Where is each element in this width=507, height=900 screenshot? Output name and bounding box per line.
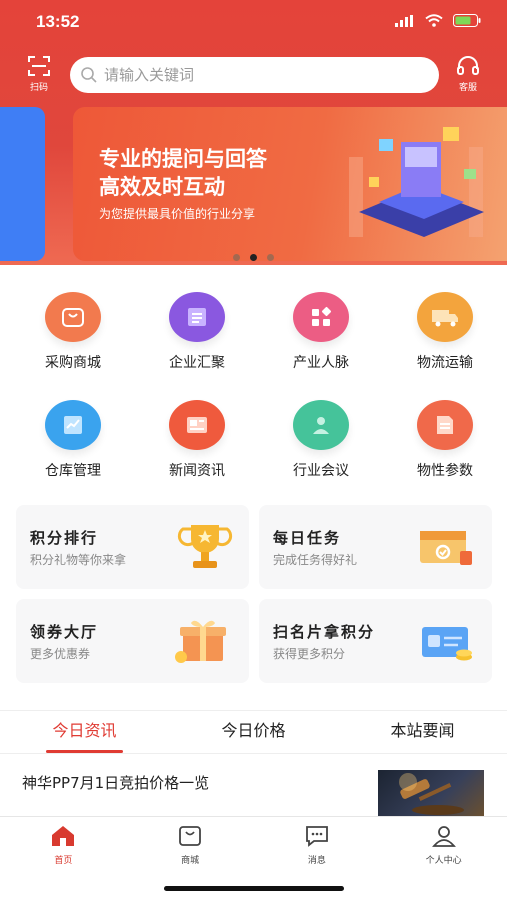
- chart-doc-icon: [45, 400, 101, 450]
- status-bar: 13:52: [0, 0, 507, 44]
- grid-item-industry-meetings[interactable]: 行业会议: [259, 400, 383, 480]
- grid-item-warehouse[interactable]: 仓库管理: [11, 400, 135, 480]
- customer-service-button[interactable]: 客服: [448, 55, 488, 97]
- search-icon: [81, 67, 97, 83]
- tabbar-profile[interactable]: 个人中心: [380, 817, 507, 900]
- card-subtitle: 完成任务得好礼: [273, 553, 358, 567]
- card-daily-tasks[interactable]: 每日任务 完成任务得好礼: [259, 505, 492, 589]
- card-scan-business-card[interactable]: 扫名片拿积分 获得更多积分: [259, 599, 492, 683]
- grid-item-enterprise-hub[interactable]: 企业汇聚: [135, 292, 259, 372]
- card-title: 扫名片拿积分: [273, 623, 376, 641]
- top-bar: 扫码 客服: [0, 55, 507, 97]
- news-thumbnail[interactable]: [378, 770, 484, 816]
- home-icon: [52, 826, 75, 846]
- banner-pagination: [0, 254, 507, 261]
- banner-title: 专业的提问与回答 高效及时互动: [99, 145, 329, 201]
- home-indicator[interactable]: [164, 886, 344, 891]
- business-card-icon: [422, 627, 472, 661]
- document-icon: [417, 400, 473, 450]
- tabbar-label: 首页: [54, 856, 73, 866]
- building-doc-icon: [169, 292, 225, 342]
- tabbar-home[interactable]: 首页: [0, 817, 127, 900]
- blocks-icon: [293, 292, 349, 342]
- newspaper-icon: [169, 400, 225, 450]
- tabbar-label: 商城: [181, 856, 200, 866]
- scan-button[interactable]: 扫码: [19, 55, 59, 97]
- headset-icon: [457, 56, 479, 75]
- card-subtitle: 获得更多积分: [273, 647, 346, 661]
- banner-title-line2: 高效及时互动: [99, 175, 225, 199]
- card-points-ranking[interactable]: 积分排行 积分礼物等你来拿: [16, 505, 249, 589]
- scan-label: 扫码: [29, 83, 48, 93]
- card-title: 领券大厅: [30, 623, 99, 641]
- search-input[interactable]: [104, 66, 424, 84]
- message-icon: [305, 826, 328, 847]
- shopping-bag-icon: [179, 826, 202, 846]
- news-list: 神华PP7月1日竞拍价格一览: [0, 760, 507, 816]
- grid-item-logistics[interactable]: 物流运输: [383, 292, 507, 372]
- grid-label: 物性参数: [417, 463, 473, 479]
- truck-icon: [417, 292, 473, 342]
- promo-cards: 积分排行 积分礼物等你来拿 每日任务 完成任务得好礼 领券大厅 更多优惠券 扫名…: [16, 505, 493, 683]
- status-time: 13:52: [36, 12, 80, 31]
- grid-label: 行业会议: [293, 463, 349, 479]
- wifi-icon: [425, 14, 443, 27]
- tabbar-label: 消息: [307, 856, 326, 866]
- card-title: 每日任务: [273, 529, 342, 547]
- grid-label: 企业汇聚: [169, 355, 225, 371]
- people-icon: [293, 400, 349, 450]
- battery-icon: [453, 14, 481, 27]
- banner-previous-slide[interactable]: [0, 107, 45, 261]
- tab-site-headlines[interactable]: 本站要闻: [338, 711, 507, 753]
- banner-subtitle: 为您提供最具价值的行业分享: [99, 207, 256, 221]
- news-tabs: 今日资讯 今日价格 本站要闻: [0, 710, 507, 754]
- gift-coupon-icon: [175, 620, 226, 663]
- scan-icon: [28, 56, 50, 76]
- grid-item-news[interactable]: 新闻资讯: [135, 400, 259, 480]
- grid-item-industry-network[interactable]: 产业人脉: [259, 292, 383, 372]
- feature-grid: 采购商城 企业汇聚 产业人脉 物流运输 仓库管理 新闻资讯 行业会议 物性参数: [0, 292, 507, 480]
- pagination-dot[interactable]: [233, 254, 240, 261]
- grid-label: 新闻资讯: [169, 463, 225, 479]
- shopping-bag-icon: [45, 292, 101, 342]
- card-coupon-hall[interactable]: 领券大厅 更多优惠券: [16, 599, 249, 683]
- grid-label: 物流运输: [417, 355, 473, 371]
- banner-title-line1: 专业的提问与回答: [99, 147, 267, 171]
- banner-illustration: [349, 127, 484, 237]
- status-indicators: [395, 14, 481, 27]
- grid-label: 产业人脉: [293, 355, 349, 371]
- tab-today-prices[interactable]: 今日价格: [169, 711, 338, 753]
- tab-today-news[interactable]: 今日资讯: [0, 711, 169, 753]
- banner-slide[interactable]: 专业的提问与回答 高效及时互动 为您提供最具价值的行业分享: [73, 107, 507, 261]
- user-icon: [431, 826, 456, 847]
- news-title[interactable]: 神华PP7月1日竞拍价格一览: [22, 772, 209, 793]
- grid-label: 仓库管理: [45, 463, 101, 479]
- grid-item-procurement-mall[interactable]: 采购商城: [11, 292, 135, 372]
- search-bar[interactable]: [70, 57, 439, 93]
- tabbar-label: 个人中心: [425, 856, 462, 866]
- grid-item-material-properties[interactable]: 物性参数: [383, 400, 507, 480]
- task-box-icon: [420, 531, 472, 565]
- card-subtitle: 更多优惠券: [30, 647, 91, 661]
- auction-gavel-image: [399, 773, 464, 815]
- card-subtitle: 积分礼物等你来拿: [30, 553, 127, 567]
- trophy-icon: [177, 525, 233, 568]
- pagination-dot[interactable]: [267, 254, 274, 261]
- card-title: 积分排行: [30, 529, 99, 547]
- grid-label: 采购商城: [45, 355, 101, 371]
- cellular-signal-icon: [395, 14, 413, 27]
- pagination-dot-active[interactable]: [250, 254, 257, 261]
- service-label: 客服: [458, 83, 477, 93]
